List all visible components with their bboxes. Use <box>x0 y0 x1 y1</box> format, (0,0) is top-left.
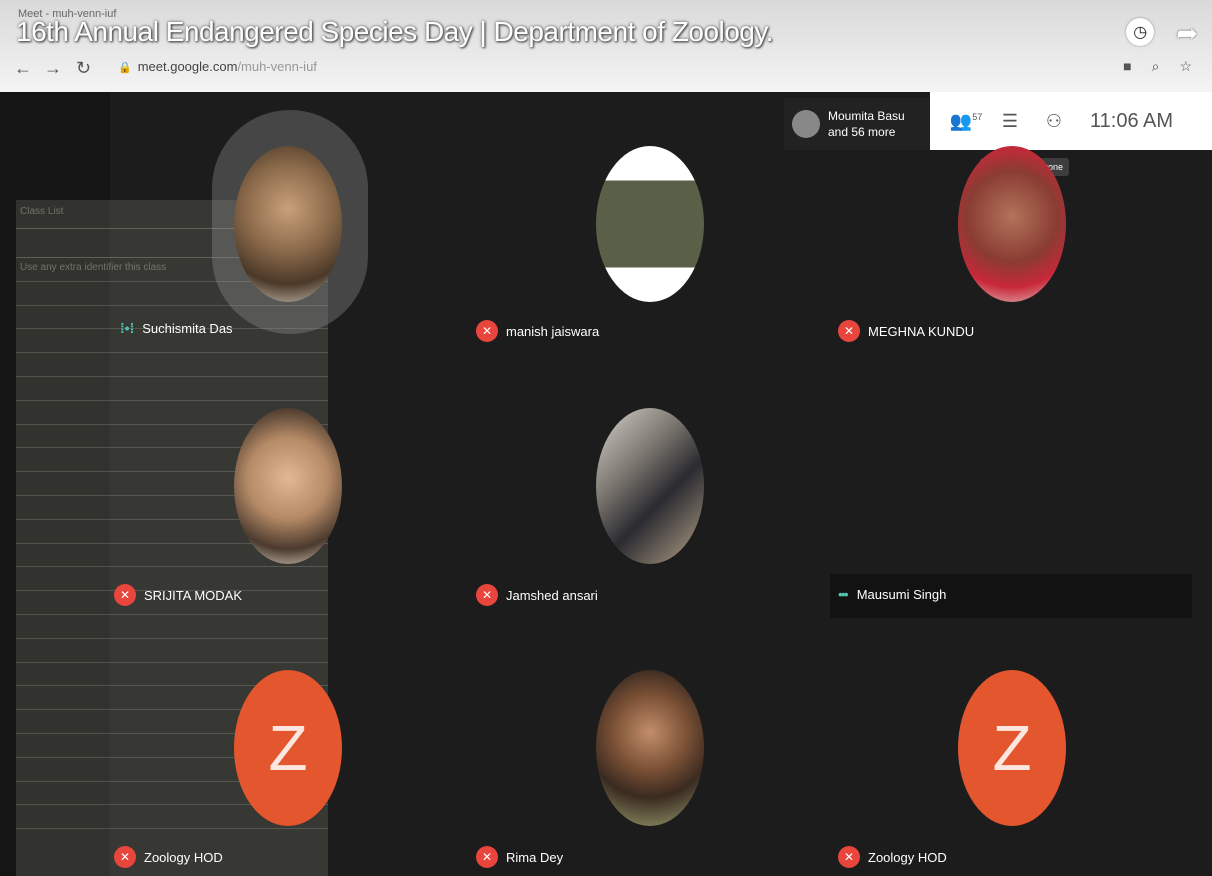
presenter-avatar <box>792 110 820 138</box>
presenting-indicator[interactable]: Moumita Basu and 56 more <box>784 98 930 150</box>
participant-name-tile-2: ✕ manish jaiswara <box>476 320 599 342</box>
browser-toolbar: Meet - muh-venn-iuf 16th Annual Endanger… <box>0 0 1212 92</box>
mic-off-icon: ✕ <box>476 846 498 868</box>
audio-level-icon: ⁞•⁞ <box>120 320 135 336</box>
mic-off-icon: ✕ <box>476 320 498 342</box>
activities-icon[interactable]: ⚇ <box>1032 111 1076 132</box>
mic-off-icon: ✕ <box>114 846 136 868</box>
meet-topbar: 👥57 ☰ ⚇ 11:06 AM <box>930 92 1212 150</box>
participant-name-tile-6: ••• Mausumi Singh <box>838 586 947 602</box>
participants-icon[interactable]: 👥57 <box>944 111 988 132</box>
participant-avatar <box>596 146 704 302</box>
participant-name-tile-8: ✕ Rima Dey <box>476 846 563 868</box>
participant-avatar-letter: Z <box>234 670 342 826</box>
share-arrow-icon[interactable]: ➦ <box>1176 18 1198 49</box>
participant-avatar <box>958 146 1066 302</box>
reload-icon[interactable]: ↻ <box>76 58 91 79</box>
mic-off-icon: ✕ <box>838 320 860 342</box>
participant-name-tile-9: ✕ Zoology HOD <box>838 846 947 868</box>
participant-avatar-letter: Z <box>958 670 1066 826</box>
mic-off-icon: ✕ <box>114 584 136 606</box>
participant-avatar <box>596 670 704 826</box>
participant-name-tile-4: ✕ SRIJITA MODAK <box>114 584 242 606</box>
participant-avatar <box>596 408 704 564</box>
camera-icon[interactable]: ■ <box>1123 58 1131 75</box>
lock-icon: 🔒 <box>118 62 132 74</box>
participant-name-tile-3: ✕ MEGHNA KUNDU <box>838 320 974 342</box>
presenter-more: and 56 more <box>828 125 896 139</box>
more-dots-icon: ••• <box>838 586 849 602</box>
presenter-name: Moumita Basu <box>828 109 905 123</box>
participant-avatar <box>234 146 342 302</box>
chat-icon[interactable]: ☰ <box>988 111 1032 132</box>
participant-name-tile-5: ✕ Jamshed ansari <box>476 584 598 606</box>
event-title-overlay: 16th Annual Endangered Species Day | Dep… <box>16 16 774 47</box>
participant-avatar <box>234 408 342 564</box>
forward-icon[interactable]: → <box>44 58 62 79</box>
zoom-icon[interactable]: ⌕ <box>1152 58 1160 75</box>
meeting-clock: 11:06 AM <box>1090 109 1174 132</box>
participant-name-tile-7: ✕ Zoology HOD <box>114 846 223 868</box>
clock-icon[interactable]: ◷ <box>1126 18 1155 46</box>
mic-off-icon: ✕ <box>838 846 860 868</box>
mic-off-icon: ✕ <box>476 584 498 606</box>
back-icon[interactable]: ← <box>14 58 32 79</box>
star-icon[interactable]: ☆ <box>1179 58 1192 75</box>
address-bar[interactable]: 🔒 meet.google.com/muh-venn-iuf <box>118 59 317 74</box>
participant-name-tile-1: ⁞•⁞ Suchismita Das <box>120 320 233 336</box>
